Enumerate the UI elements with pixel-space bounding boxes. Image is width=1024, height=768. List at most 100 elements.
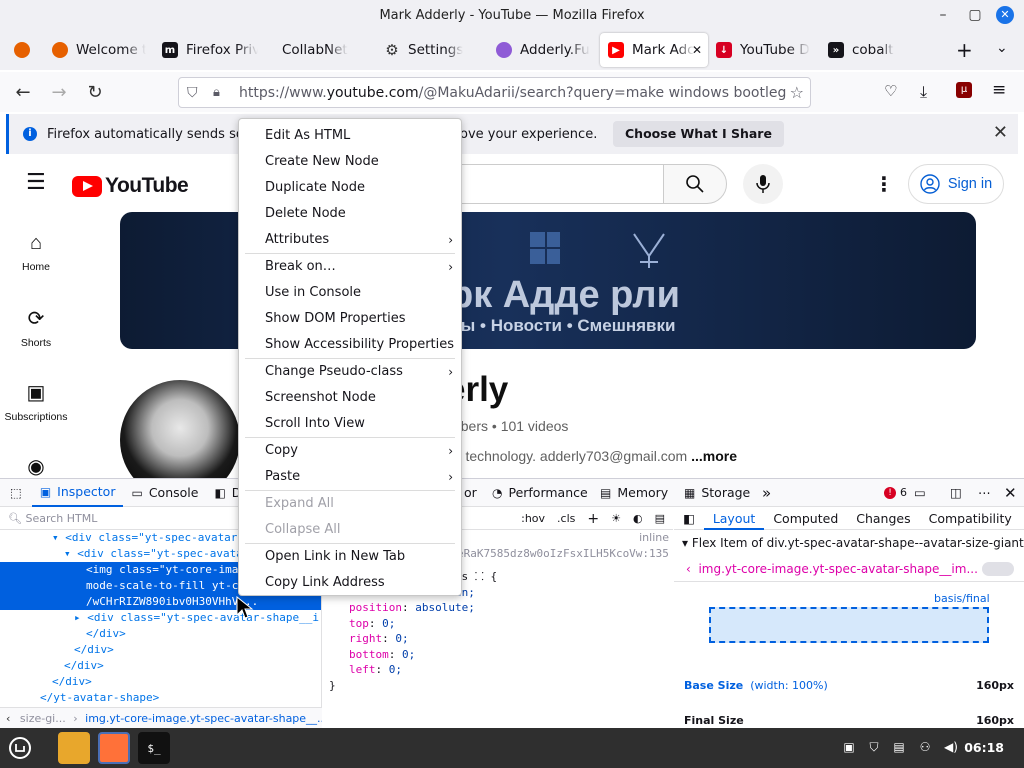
tab-changes[interactable]: Changes: [847, 508, 919, 530]
menu-item-change-pseudo-class[interactable]: Change Pseudo-class ›: [239, 359, 461, 385]
list-tabs-icon[interactable]: ⌄: [996, 40, 1008, 56]
url-bar[interactable]: ⛉ 🔒︎ https://www.youtube.com/@MakuAdarii…: [178, 77, 811, 108]
reload-icon[interactable]: ↻: [80, 77, 110, 107]
menu-item-create-new-node[interactable]: Create New Node: [239, 149, 461, 175]
sign-in-button[interactable]: Sign in: [908, 164, 1004, 204]
responsive-design-icon[interactable]: ▭: [906, 479, 934, 507]
menu-item-screenshot-node[interactable]: Screenshot Node: [239, 385, 461, 411]
close-window-icon[interactable]: ✕: [996, 6, 1014, 24]
clipboard-icon[interactable]: ▣: [841, 740, 857, 756]
markup-line[interactable]: /wCHrRIZW890ibv0H30VHhV...: [0, 594, 321, 610]
css-declaration[interactable]: bottom: 0;: [323, 647, 673, 663]
css-declaration[interactable]: top: 0;: [323, 616, 673, 632]
breadcrumb-prev-icon[interactable]: ‹: [0, 712, 16, 725]
more-tools-icon[interactable]: »: [754, 479, 779, 507]
css-declaration[interactable]: left: 0;: [323, 662, 673, 678]
toggle-sidebar-icon[interactable]: ◧: [674, 508, 704, 530]
choose-what-i-share-button[interactable]: Choose What I Share: [613, 121, 784, 147]
add-rule-button[interactable]: +: [587, 511, 599, 527]
pocket-icon[interactable]: ♡: [884, 82, 897, 100]
menu-item-use-in-console[interactable]: Use in Console: [239, 280, 461, 306]
css-declaration[interactable]: right: 0;: [323, 631, 673, 647]
css-declaration[interactable]: position: absolute;: [323, 600, 673, 616]
tab-collabnet[interactable]: CollabNet: [266, 33, 376, 67]
terminal-icon[interactable]: $_: [138, 732, 170, 764]
menu-item-break-on[interactable]: Break on… ›: [239, 254, 461, 280]
shield-icon[interactable]: ⛉: [187, 85, 198, 101]
new-tab-icon[interactable]: +: [956, 38, 973, 62]
markup-line[interactable]: </yt-avatar-shape>: [0, 690, 321, 706]
tab-welcome[interactable]: Welcome t: [44, 33, 154, 67]
markup-line[interactable]: </div>: [0, 642, 321, 658]
mint-menu-icon[interactable]: [4, 732, 36, 764]
firefox-taskbar-icon[interactable]: [98, 732, 130, 764]
tab-storage[interactable]: ▦ Storage: [676, 479, 758, 507]
markup-line[interactable]: </div>: [0, 626, 321, 642]
menu-item-delete-node[interactable]: Delete Node: [239, 201, 461, 227]
menu-item-edit-as-html[interactable]: Edit As HTML: [239, 123, 461, 149]
youtube-logo[interactable]: YouTube: [72, 174, 189, 198]
network-icon[interactable]: ⚇: [917, 740, 933, 756]
cls-toggle[interactable]: .cls: [557, 512, 575, 525]
menu-item-copy[interactable]: Copy ›: [239, 438, 461, 464]
volume-icon[interactable]: ◀): [943, 740, 959, 756]
tab-firefox-privacy[interactable]: m Firefox Priv: [154, 33, 266, 67]
menu-item-copy-link-address[interactable]: Copy Link Address: [239, 570, 461, 596]
sidebar-item-shorts[interactable]: ⟳ Shorts: [0, 306, 72, 349]
update-shield-icon[interactable]: ⛉: [866, 740, 882, 756]
tab-adderly[interactable]: Adderly.Fu: [488, 33, 600, 67]
markup-line[interactable]: ▸ <div class="yt-spec-avatar-shape__i: [0, 610, 321, 626]
downloads-icon[interactable]: ⤓: [920, 82, 927, 102]
tab-pinned[interactable]: [0, 33, 44, 67]
file-manager-icon[interactable]: [58, 732, 90, 764]
flex-item-header[interactable]: ▾ Flex Item of div.yt-spec-avatar-shape-…: [674, 530, 1024, 556]
tab-inspector[interactable]: ▣ Inspector: [31, 479, 124, 507]
markup-line[interactable]: </div>: [0, 674, 321, 690]
tab-computed[interactable]: Computed: [764, 508, 847, 530]
menu-item-show-dom-properties[interactable]: Show DOM Properties: [239, 306, 461, 332]
sidebar-item-home[interactable]: ⌂ Home: [0, 232, 72, 273]
breadcrumb-item[interactable]: size-gi...: [20, 712, 66, 725]
devtools-options-icon[interactable]: ⋯: [970, 479, 999, 507]
youtube-search-button[interactable]: [663, 164, 727, 204]
channel-description[interactable]: nd technology. adderly703@gmail.com ...m…: [446, 448, 737, 464]
sidebar-item-subscriptions[interactable]: ▣ Subscriptions: [0, 380, 72, 423]
minimize-icon[interactable]: –: [934, 6, 952, 24]
hov-toggle[interactable]: :hov: [521, 512, 545, 525]
dark-theme-icon[interactable]: ◐: [633, 512, 643, 525]
close-devtools-icon[interactable]: ✕: [996, 479, 1024, 507]
url-text[interactable]: https://www.youtube.com/@MakuAdarii/sear…: [239, 85, 786, 101]
breadcrumb-item-current[interactable]: img.yt-core-image.yt-spec-avatar-shape__…: [85, 712, 322, 725]
channel-avatar[interactable]: [120, 380, 240, 478]
menu-item-scroll-into-view[interactable]: Scroll Into View: [239, 411, 461, 437]
tab-compatibility[interactable]: Compatibility: [920, 508, 1021, 530]
menu-item-open-link-in-new-tab[interactable]: Open Link in New Tab: [239, 544, 461, 570]
menu-icon[interactable]: ≡: [992, 80, 1006, 100]
dock-icon[interactable]: ◫: [942, 479, 970, 507]
menu-item-paste[interactable]: Paste ›: [239, 464, 461, 490]
tab-layout[interactable]: Layout: [703, 508, 765, 530]
tab-performance[interactable]: ◔ Performance: [484, 479, 596, 507]
sidebar-item-you[interactable]: ◉: [0, 454, 72, 478]
markup-line[interactable]: </div>: [0, 658, 321, 674]
light-theme-icon[interactable]: ☀: [611, 512, 621, 525]
close-notification-icon[interactable]: ✕: [993, 122, 1008, 143]
lock-icon[interactable]: 🔒︎: [213, 85, 220, 100]
flex-item-selector[interactable]: ‹ img.yt-core-image.yt-spec-avatar-shape…: [674, 556, 1024, 582]
voice-search-button[interactable]: [743, 164, 783, 204]
menu-item-show-accessibility-properties[interactable]: Show Accessibility Properties: [239, 332, 461, 358]
clock[interactable]: 06:18: [964, 740, 1004, 755]
tab-memory[interactable]: ▤ Memory: [592, 479, 676, 507]
bookmark-star-icon[interactable]: ☆: [790, 83, 804, 102]
ublock-icon[interactable]: μ: [956, 82, 972, 98]
pick-element-icon[interactable]: ⬚: [0, 479, 32, 507]
maximize-icon[interactable]: ▢: [966, 6, 984, 24]
tab-cobalt[interactable]: » cobalt: [820, 33, 924, 67]
print-icon[interactable]: ▤: [655, 512, 665, 525]
hamburger-menu-icon[interactable]: ☰: [26, 170, 46, 195]
menu-item-duplicate-node[interactable]: Duplicate Node: [239, 175, 461, 201]
tab-settings[interactable]: ⚙ Settings: [376, 33, 488, 67]
more-options-icon[interactable]: ⋮: [874, 172, 894, 196]
notes-icon[interactable]: ▤: [891, 740, 907, 756]
youtube-search-input[interactable]: [440, 164, 665, 204]
